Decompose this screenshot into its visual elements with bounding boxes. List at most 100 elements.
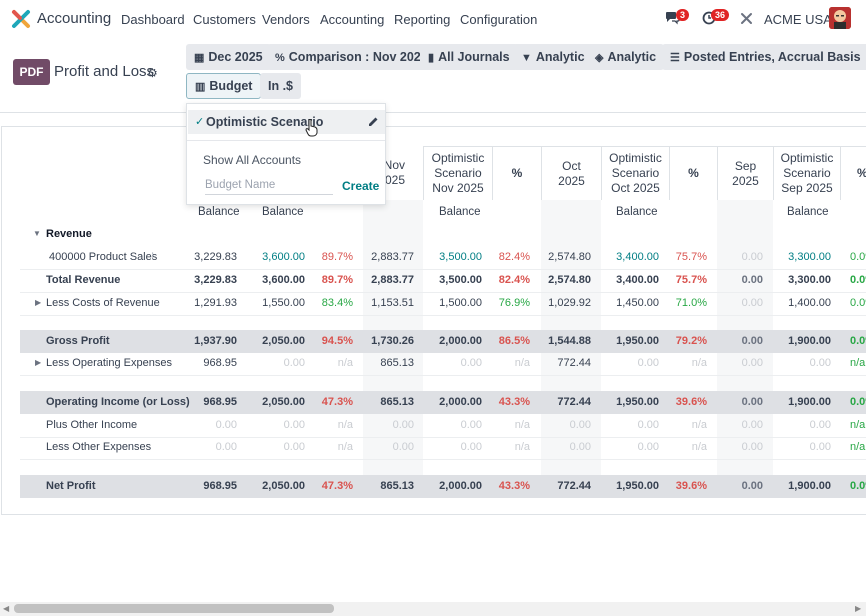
cell-value: 1,544.88 (548, 335, 591, 347)
caret-right-icon[interactable]: ▶ (35, 298, 41, 307)
cell-value: 968.95 (203, 396, 237, 408)
percent-icon: % (275, 52, 285, 64)
app-name[interactable]: Accounting (37, 10, 111, 27)
cell-value: n/a (337, 441, 353, 453)
cell-value: 0.00 (741, 441, 763, 453)
gear-icon[interactable]: ⚙ (147, 66, 158, 80)
calendar-icon: ▦ (194, 52, 205, 64)
currency-filter-button[interactable]: In .$ (260, 73, 302, 99)
cell-value: n/a (337, 357, 353, 369)
cell-value: 1,937.90 (194, 335, 237, 347)
entries-filter-button[interactable]: ☰ Posted Entries, Accrual Basis (662, 44, 866, 70)
subheader-balance: Balance (439, 206, 481, 218)
budget-name-input[interactable]: Budget Name (205, 179, 333, 195)
cell-value: 47.3% (321, 480, 353, 492)
cell-value: 865.13 (380, 357, 414, 369)
layers-icon: ◈ (595, 52, 604, 64)
scrollbar-thumb[interactable] (14, 604, 334, 613)
date-filter-button[interactable]: ▦ Dec 2025 (186, 44, 271, 70)
cell-value: 0.00 (741, 419, 763, 431)
filter-icon: ▼ (521, 52, 532, 64)
cell-value: 772.44 (557, 480, 591, 492)
pencil-icon[interactable] (368, 116, 379, 127)
subheader-balance: Balance (198, 206, 240, 218)
table-row (20, 223, 866, 241)
row-label: Plus Other Income (46, 419, 138, 431)
cell-value: 3,229.83 (194, 251, 237, 263)
journals-filter-button[interactable]: ▮ All Journals (420, 44, 518, 70)
column-header-oct-budget: Optimistic Scenario Oct 2025 (601, 146, 669, 200)
menu-accounting[interactable]: Accounting (320, 12, 384, 27)
cell-value: 1,291.93 (194, 297, 237, 309)
column-header-sep-pct: % (840, 146, 866, 200)
row-label: Total Revenue (46, 274, 121, 286)
row-label: 400000 Product Sales (49, 251, 158, 263)
cell-value: n/a (850, 441, 866, 453)
cell-value: 968.95 (203, 357, 237, 369)
user-avatar[interactable] (829, 7, 851, 29)
column-header-nov-pct: % (492, 146, 541, 200)
cell-value: 2,574.80 (548, 251, 591, 263)
cell-value: 0.00 (741, 251, 763, 263)
column-header-oct: Oct 2025 (541, 146, 601, 200)
cell-value: 0.00 (741, 297, 763, 309)
bar-chart-icon: ▥ (195, 81, 206, 93)
pdf-button[interactable]: PDF (13, 59, 50, 85)
cell-value: n/a (337, 419, 353, 431)
book-icon: ▮ (428, 52, 435, 64)
cell-value: 1,900.00 (788, 480, 831, 492)
analytic-groupby-button[interactable]: ◈ Analytic (587, 44, 665, 70)
row-label: Less Other Expenses (46, 441, 152, 453)
cell-value: n/a (514, 357, 530, 369)
check-icon: ✓ (195, 116, 205, 128)
cell-value: 83.4% (321, 297, 353, 309)
column-header-sep-budget: Optimistic Scenario Sep 2025 (773, 146, 840, 200)
menu-dashboard[interactable]: Dashboard (121, 12, 185, 27)
cell-value: 94.5% (321, 335, 353, 347)
scroll-right-arrow[interactable]: ▶ (855, 604, 861, 613)
caret-down-icon[interactable]: ▼ (33, 229, 41, 238)
hand-cursor-icon (305, 119, 318, 137)
cell-value: 86.5% (498, 335, 530, 347)
cell-value: 0.00 (569, 441, 591, 453)
cell-value: 1,730.26 (371, 335, 414, 347)
menu-vendors[interactable]: Vendors (262, 12, 310, 27)
cell-value: 0.0% (850, 480, 866, 492)
create-budget-button[interactable]: Create (342, 179, 379, 193)
cell-value: 1,900.00 (788, 335, 831, 347)
cell-value: 0.00 (741, 480, 763, 492)
comparison-filter-button[interactable]: % Comparison : Nov 2025 (267, 44, 436, 70)
cell-value: 0.0% (850, 274, 866, 286)
budget-filter-button[interactable]: ▥ Budget (186, 73, 262, 99)
cell-value: n/a (850, 357, 866, 369)
company-switcher[interactable]: ACME USA (764, 12, 832, 27)
analytic-filter-button[interactable]: ▼ Analytic (513, 44, 593, 70)
cell-value: 3,300.00 (788, 251, 831, 263)
cell-value: n/a (514, 419, 530, 431)
caret-right-icon[interactable]: ▶ (35, 358, 41, 367)
kebab-icon[interactable]: ⁝ (151, 251, 154, 262)
page-title: Profit and Loss (54, 63, 155, 80)
activities-badge: 36 (711, 9, 730, 21)
column-header-sep: Sep 2025 (717, 146, 773, 200)
accounting-app-icon[interactable] (11, 9, 31, 29)
cell-value: 43.3% (498, 396, 530, 408)
cell-value: 82.4% (498, 251, 530, 263)
cell-value: 0.00 (569, 419, 591, 431)
cell-value: 772.44 (557, 396, 591, 408)
menu-reporting[interactable]: Reporting (394, 12, 450, 27)
menu-customers[interactable]: Customers (193, 12, 256, 27)
cell-value: 865.13 (380, 396, 414, 408)
tools-icon[interactable] (740, 12, 753, 25)
row-label: Less Operating Expenses (46, 357, 172, 369)
scroll-left-arrow[interactable]: ◀ (3, 604, 9, 613)
cell-value: 89.7% (321, 251, 353, 263)
cell-value: 1,400.00 (788, 297, 831, 309)
show-all-accounts-option[interactable]: Show All Accounts (203, 153, 301, 167)
top-navbar: Accounting Dashboard Customers Vendors A… (0, 0, 866, 37)
cell-value: 0.00 (392, 419, 414, 431)
subheader-balance: Balance (262, 206, 304, 218)
cell-value: n/a (514, 441, 530, 453)
cell-value: 43.3% (498, 480, 530, 492)
menu-configuration[interactable]: Configuration (460, 12, 537, 27)
